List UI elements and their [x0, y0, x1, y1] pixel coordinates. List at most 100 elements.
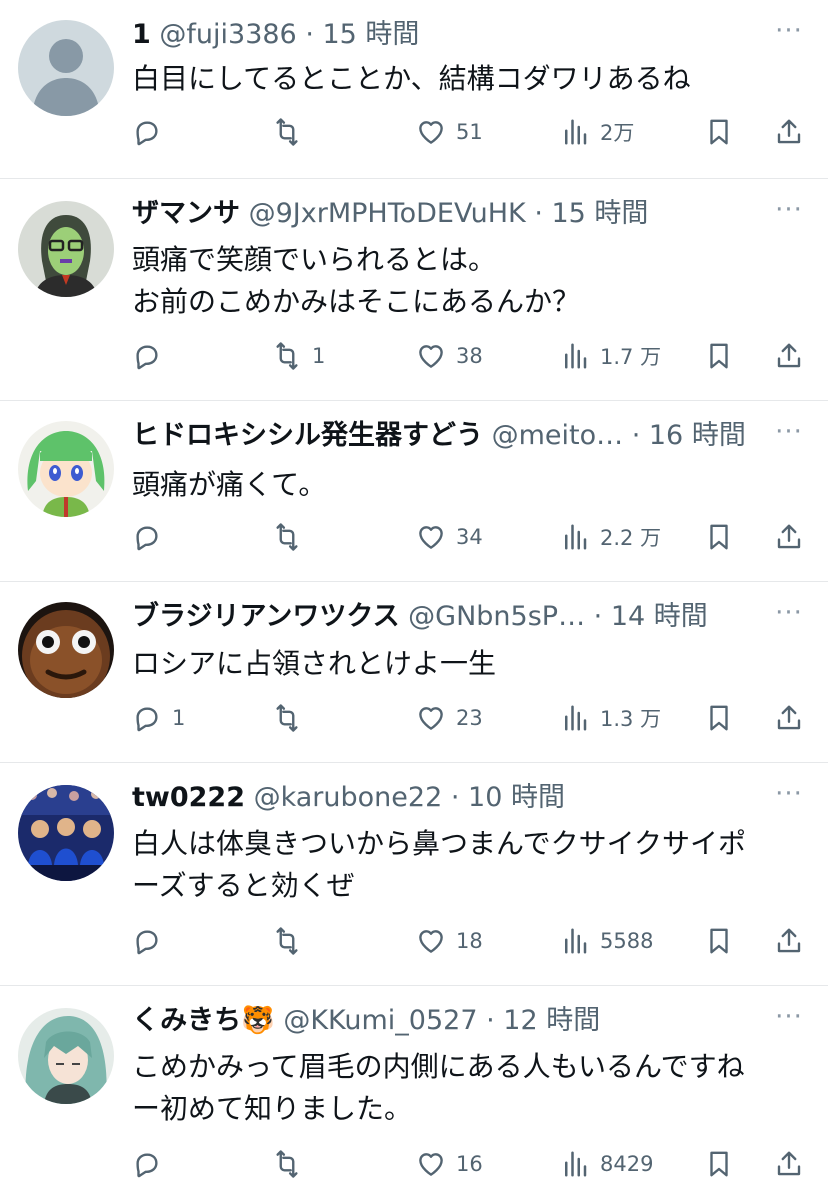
share-icon: [777, 343, 801, 368]
timestamp[interactable]: 15 時間: [322, 19, 419, 50]
reply-button[interactable]: [132, 1144, 172, 1184]
retweet-button[interactable]: [272, 1144, 312, 1184]
name-emoji: 🐯: [241, 1005, 275, 1036]
timestamp[interactable]: 10 時間: [468, 782, 565, 813]
more-options-icon[interactable]: ···: [772, 195, 806, 231]
share-button[interactable]: [774, 336, 804, 376]
like-count: 34: [456, 525, 483, 549]
share-button[interactable]: [774, 112, 804, 152]
user-handle[interactable]: @KKumi_0527: [283, 1005, 477, 1036]
reply-header: くみきち🐯 @KKumi_0527 · 12 時間: [132, 1003, 768, 1039]
timestamp[interactable]: 12 時間: [503, 1005, 600, 1036]
avatar[interactable]: [18, 421, 114, 517]
display-name[interactable]: tw0222: [132, 782, 245, 813]
reply-text-line: ロシアに占領されとけよ一生: [132, 647, 497, 680]
share-button[interactable]: [774, 517, 804, 557]
more-options-icon[interactable]: ···: [772, 1002, 806, 1038]
share-button[interactable]: [774, 921, 804, 961]
reply-text-line: こめかみって眉毛の内側にある人もいるんですね: [132, 1050, 745, 1083]
reply-header: tw0222 @karubone22 · 10 時間: [132, 780, 768, 816]
display-name[interactable]: ブラジリアンワツクス: [132, 601, 400, 632]
reply-item[interactable]: 1 @fuji3386 · 15 時間 ··· 白目にしてるとことか、結構コダワ…: [0, 0, 828, 178]
reply-item[interactable]: ザマンサ @9JxrMPHToDEVuHK · 15 時間 ··· 頭痛で笑顔で…: [0, 179, 828, 400]
default-avatar-icon: [18, 20, 114, 116]
heart-icon: [419, 707, 443, 730]
reply-text-line: ー初めて知りました。: [132, 1092, 413, 1125]
display-name[interactable]: 1: [132, 19, 151, 50]
reply-item[interactable]: ブラジリアンワツクス @GNbn5sP… · 14 時間 ··· ロシアに占領さ…: [0, 582, 828, 762]
user-handle[interactable]: @karubone22: [254, 782, 443, 813]
share-button[interactable]: [774, 1144, 804, 1184]
retweet-button[interactable]: [272, 112, 312, 152]
reply-item[interactable]: tw0222 @karubone22 · 10 時間 ··· 白人は体臭きついか…: [0, 763, 828, 985]
retweet-button[interactable]: [272, 517, 312, 557]
user-handle[interactable]: @GNbn5sP…: [408, 601, 585, 632]
separator-dot: ·: [525, 198, 552, 229]
views-button[interactable]: 8429: [560, 1144, 653, 1184]
display-name[interactable]: ザマンサ: [132, 198, 240, 229]
views-button[interactable]: 5588: [560, 921, 653, 961]
bookmark-button[interactable]: [704, 1144, 734, 1184]
avatar[interactable]: [18, 201, 114, 297]
like-button[interactable]: 18: [416, 921, 483, 961]
more-options-icon[interactable]: ···: [772, 417, 806, 453]
bookmark-button[interactable]: [704, 517, 734, 557]
view-count: 8429: [600, 1152, 654, 1176]
bookmark-icon: [710, 119, 728, 145]
more-options-icon[interactable]: ···: [772, 598, 806, 634]
bookmark-button[interactable]: [704, 698, 734, 738]
timestamp[interactable]: 14 時間: [611, 601, 708, 632]
view-count: 1.3 万: [600, 707, 662, 731]
bookmark-button[interactable]: [704, 921, 734, 961]
reply-button[interactable]: [132, 517, 172, 557]
display-name[interactable]: くみきち: [132, 1005, 241, 1036]
reply-icon: [136, 707, 158, 732]
views-button[interactable]: 1.3 万: [560, 698, 661, 738]
timestamp[interactable]: 16 時間: [649, 420, 746, 451]
reply-text-line: ーズすると効くぜ: [132, 869, 355, 902]
more-options-icon[interactable]: ···: [772, 779, 806, 815]
like-button[interactable]: 16: [416, 1144, 483, 1184]
views-button[interactable]: 2万: [560, 112, 634, 152]
avatar[interactable]: [18, 1008, 114, 1104]
bookmark-button[interactable]: [704, 112, 734, 152]
like-button[interactable]: 51: [416, 112, 483, 152]
like-button[interactable]: 23: [416, 698, 483, 738]
views-button[interactable]: 2.2 万: [560, 517, 661, 557]
timestamp[interactable]: 15 時間: [551, 198, 648, 229]
reply-button[interactable]: [132, 336, 172, 376]
avatar[interactable]: [18, 785, 114, 881]
like-count: 23: [456, 706, 483, 730]
share-icon: [777, 928, 801, 953]
view-count: 1.7 万: [600, 345, 662, 369]
share-button[interactable]: [774, 698, 804, 738]
reply-count: 1: [172, 706, 186, 730]
like-button[interactable]: 38: [416, 336, 483, 376]
reply-icon: [136, 121, 158, 146]
user-handle[interactable]: @fuji3386: [159, 19, 296, 50]
avatar[interactable]: [18, 20, 114, 116]
reply-item[interactable]: くみきち🐯 @KKumi_0527 · 12 時間 ··· こめかみって眉毛の内…: [0, 986, 828, 1195]
user-handle[interactable]: @9JxrMPHToDEVuHK: [249, 198, 526, 229]
separator-dot: ·: [442, 782, 469, 813]
reply-text-line: 白目にしてるとことか、結構コダワリあるね: [132, 62, 691, 95]
reply-header: ヒドロキシシル発生器すどう @meito… · 16 時間: [132, 418, 768, 454]
display-name[interactable]: ヒドロキシシル発生器すどう: [132, 420, 483, 451]
bookmark-button[interactable]: [704, 336, 734, 376]
reply-button[interactable]: 1: [132, 698, 185, 738]
reply-button[interactable]: [132, 112, 172, 152]
reply-button[interactable]: [132, 921, 172, 961]
reply-text-line: 頭痛で笑顔でいられるとは。: [132, 243, 497, 276]
retweet-button[interactable]: 1: [272, 336, 325, 376]
analytics-icon: [565, 928, 587, 954]
user-handle[interactable]: @meito…: [492, 420, 624, 451]
share-icon: [777, 119, 801, 144]
retweet-button[interactable]: [272, 698, 312, 738]
like-button[interactable]: 34: [416, 517, 483, 557]
reply-item[interactable]: ヒドロキシシル発生器すどう @meito… · 16 時間 ··· 頭痛が痛くて…: [0, 401, 828, 581]
views-button[interactable]: 1.7 万: [560, 336, 661, 376]
retweet-button[interactable]: [272, 921, 312, 961]
reply-text-line: 頭痛が痛くて。: [132, 468, 327, 501]
more-options-icon[interactable]: ···: [772, 16, 806, 52]
avatar[interactable]: [18, 602, 114, 698]
